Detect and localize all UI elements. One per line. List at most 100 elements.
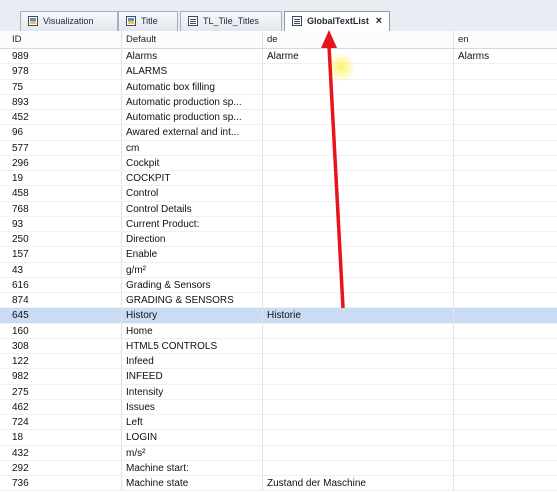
cell-de[interactable] xyxy=(263,79,454,94)
cell-id[interactable]: 157 xyxy=(8,247,122,262)
cell-id[interactable]: 19 xyxy=(8,171,122,186)
cell-en[interactable] xyxy=(454,217,557,231)
cell-id[interactable]: 874 xyxy=(8,293,122,308)
cell-en[interactable] xyxy=(454,369,557,383)
cell-en[interactable] xyxy=(454,156,557,170)
cell-default[interactable]: m/s² xyxy=(122,445,263,460)
cell-de[interactable] xyxy=(263,354,454,369)
cell-en[interactable] xyxy=(454,110,557,124)
cell-default[interactable]: COCKPIT xyxy=(122,171,263,186)
cell-en[interactable]: Alarms xyxy=(454,49,557,63)
table-row[interactable]: 616 Grading & Sensors xyxy=(0,277,557,293)
cell-de[interactable] xyxy=(263,201,454,216)
cell-id[interactable]: 452 xyxy=(8,110,122,125)
table-row[interactable]: 577 cm xyxy=(0,140,557,156)
cell-de[interactable] xyxy=(263,110,454,125)
cell-en[interactable] xyxy=(454,430,557,444)
cell-id[interactable]: 462 xyxy=(8,399,122,414)
cell-default[interactable]: Home xyxy=(122,323,263,338)
cell-en[interactable] xyxy=(454,278,557,292)
cell-en[interactable] xyxy=(454,232,557,246)
cell-id[interactable]: 93 xyxy=(8,216,122,231)
cell-en[interactable] xyxy=(454,354,557,368)
table-row[interactable]: 296 Cockpit xyxy=(0,155,557,171)
tab-title[interactable]: Title xyxy=(118,11,178,31)
cell-de[interactable]: Zustand der Maschine xyxy=(263,476,454,491)
cell-de[interactable] xyxy=(263,445,454,460)
table-row[interactable]: 157 Enable xyxy=(0,247,557,263)
cell-en[interactable] xyxy=(454,339,557,353)
cell-de[interactable] xyxy=(263,323,454,338)
cell-id[interactable]: 893 xyxy=(8,94,122,109)
cell-en[interactable] xyxy=(454,141,557,155)
cell-default[interactable]: Grading & Sensors xyxy=(122,277,263,292)
table-row[interactable]: 292 Machine start: xyxy=(0,460,557,476)
table-row[interactable]: 978 ALARMS xyxy=(0,64,557,80)
cell-default[interactable]: Control Details xyxy=(122,201,263,216)
cell-default[interactable]: Current Product: xyxy=(122,216,263,231)
table-row[interactable]: 874 GRADING & SENSORS xyxy=(0,293,557,309)
cell-id[interactable]: 292 xyxy=(8,460,122,475)
cell-default[interactable]: Infeed xyxy=(122,354,263,369)
cell-default[interactable]: HTML5 CONTROLS xyxy=(122,338,263,353)
table-row[interactable]: 308 HTML5 CONTROLS xyxy=(0,338,557,354)
cell-id[interactable]: 160 xyxy=(8,323,122,338)
cell-de[interactable]: Alarme xyxy=(263,49,454,64)
cell-default[interactable]: GRADING & SENSORS xyxy=(122,293,263,308)
table-row[interactable]: 893 Automatic production sp... xyxy=(0,94,557,110)
cell-de[interactable] xyxy=(263,460,454,475)
cell-default[interactable]: History xyxy=(122,308,263,323)
cell-id[interactable]: 250 xyxy=(8,232,122,247)
table-row[interactable]: 432 m/s² xyxy=(0,445,557,461)
table-row[interactable]: 18 LOGIN xyxy=(0,430,557,446)
cell-default[interactable]: Enable xyxy=(122,247,263,262)
cell-en[interactable] xyxy=(454,461,557,475)
table-row[interactable]: 452 Automatic production sp... xyxy=(0,110,557,126)
column-header-default[interactable]: Default xyxy=(122,31,263,48)
table-row[interactable]: 75 Automatic box filling xyxy=(0,79,557,95)
table-row[interactable]: 250 Direction xyxy=(0,232,557,248)
cell-id[interactable]: 122 xyxy=(8,354,122,369)
cell-de[interactable] xyxy=(263,125,454,140)
cell-id[interactable]: 432 xyxy=(8,445,122,460)
cell-id[interactable]: 275 xyxy=(8,384,122,399)
cell-de[interactable] xyxy=(263,155,454,170)
cell-de[interactable] xyxy=(263,369,454,384)
cell-id[interactable]: 296 xyxy=(8,155,122,170)
cell-default[interactable]: Automatic production sp... xyxy=(122,110,263,125)
table-row[interactable]: 989 Alarms Alarme Alarms xyxy=(0,49,557,65)
cell-id[interactable]: 978 xyxy=(8,64,122,79)
cell-en[interactable] xyxy=(454,64,557,78)
cell-en[interactable] xyxy=(454,400,557,414)
cell-de[interactable]: Historie xyxy=(263,308,454,323)
column-header-en[interactable]: en xyxy=(454,31,557,48)
cell-id[interactable]: 768 xyxy=(8,201,122,216)
cell-id[interactable]: 577 xyxy=(8,140,122,155)
cell-id[interactable]: 989 xyxy=(8,49,122,64)
cell-id[interactable]: 458 xyxy=(8,186,122,201)
table-row[interactable]: 458 Control xyxy=(0,186,557,202)
cell-en[interactable] xyxy=(454,247,557,261)
cell-de[interactable] xyxy=(263,384,454,399)
close-icon[interactable]: × xyxy=(376,12,382,30)
cell-default[interactable]: ALARMS xyxy=(122,64,263,79)
cell-default[interactable]: Intensity xyxy=(122,384,263,399)
cell-en[interactable] xyxy=(454,171,557,185)
cell-default[interactable]: LOGIN xyxy=(122,430,263,445)
cell-de[interactable] xyxy=(263,293,454,308)
table-row[interactable]: 768 Control Details xyxy=(0,201,557,217)
cell-id[interactable]: 645 xyxy=(8,308,122,323)
cell-de[interactable] xyxy=(263,171,454,186)
cell-id[interactable]: 736 xyxy=(8,476,122,491)
cell-en[interactable] xyxy=(454,324,557,338)
table-row[interactable]: 462 Issues xyxy=(0,399,557,415)
cell-id[interactable]: 724 xyxy=(8,415,122,430)
table-row[interactable]: 645 History Historie xyxy=(0,308,557,324)
cell-de[interactable] xyxy=(263,94,454,109)
table-row[interactable]: 96 Awared external and int... xyxy=(0,125,557,141)
cell-de[interactable] xyxy=(263,262,454,277)
cell-id[interactable]: 308 xyxy=(8,338,122,353)
cell-en[interactable] xyxy=(454,80,557,94)
cell-default[interactable]: Machine state xyxy=(122,476,263,491)
cell-de[interactable] xyxy=(263,140,454,155)
